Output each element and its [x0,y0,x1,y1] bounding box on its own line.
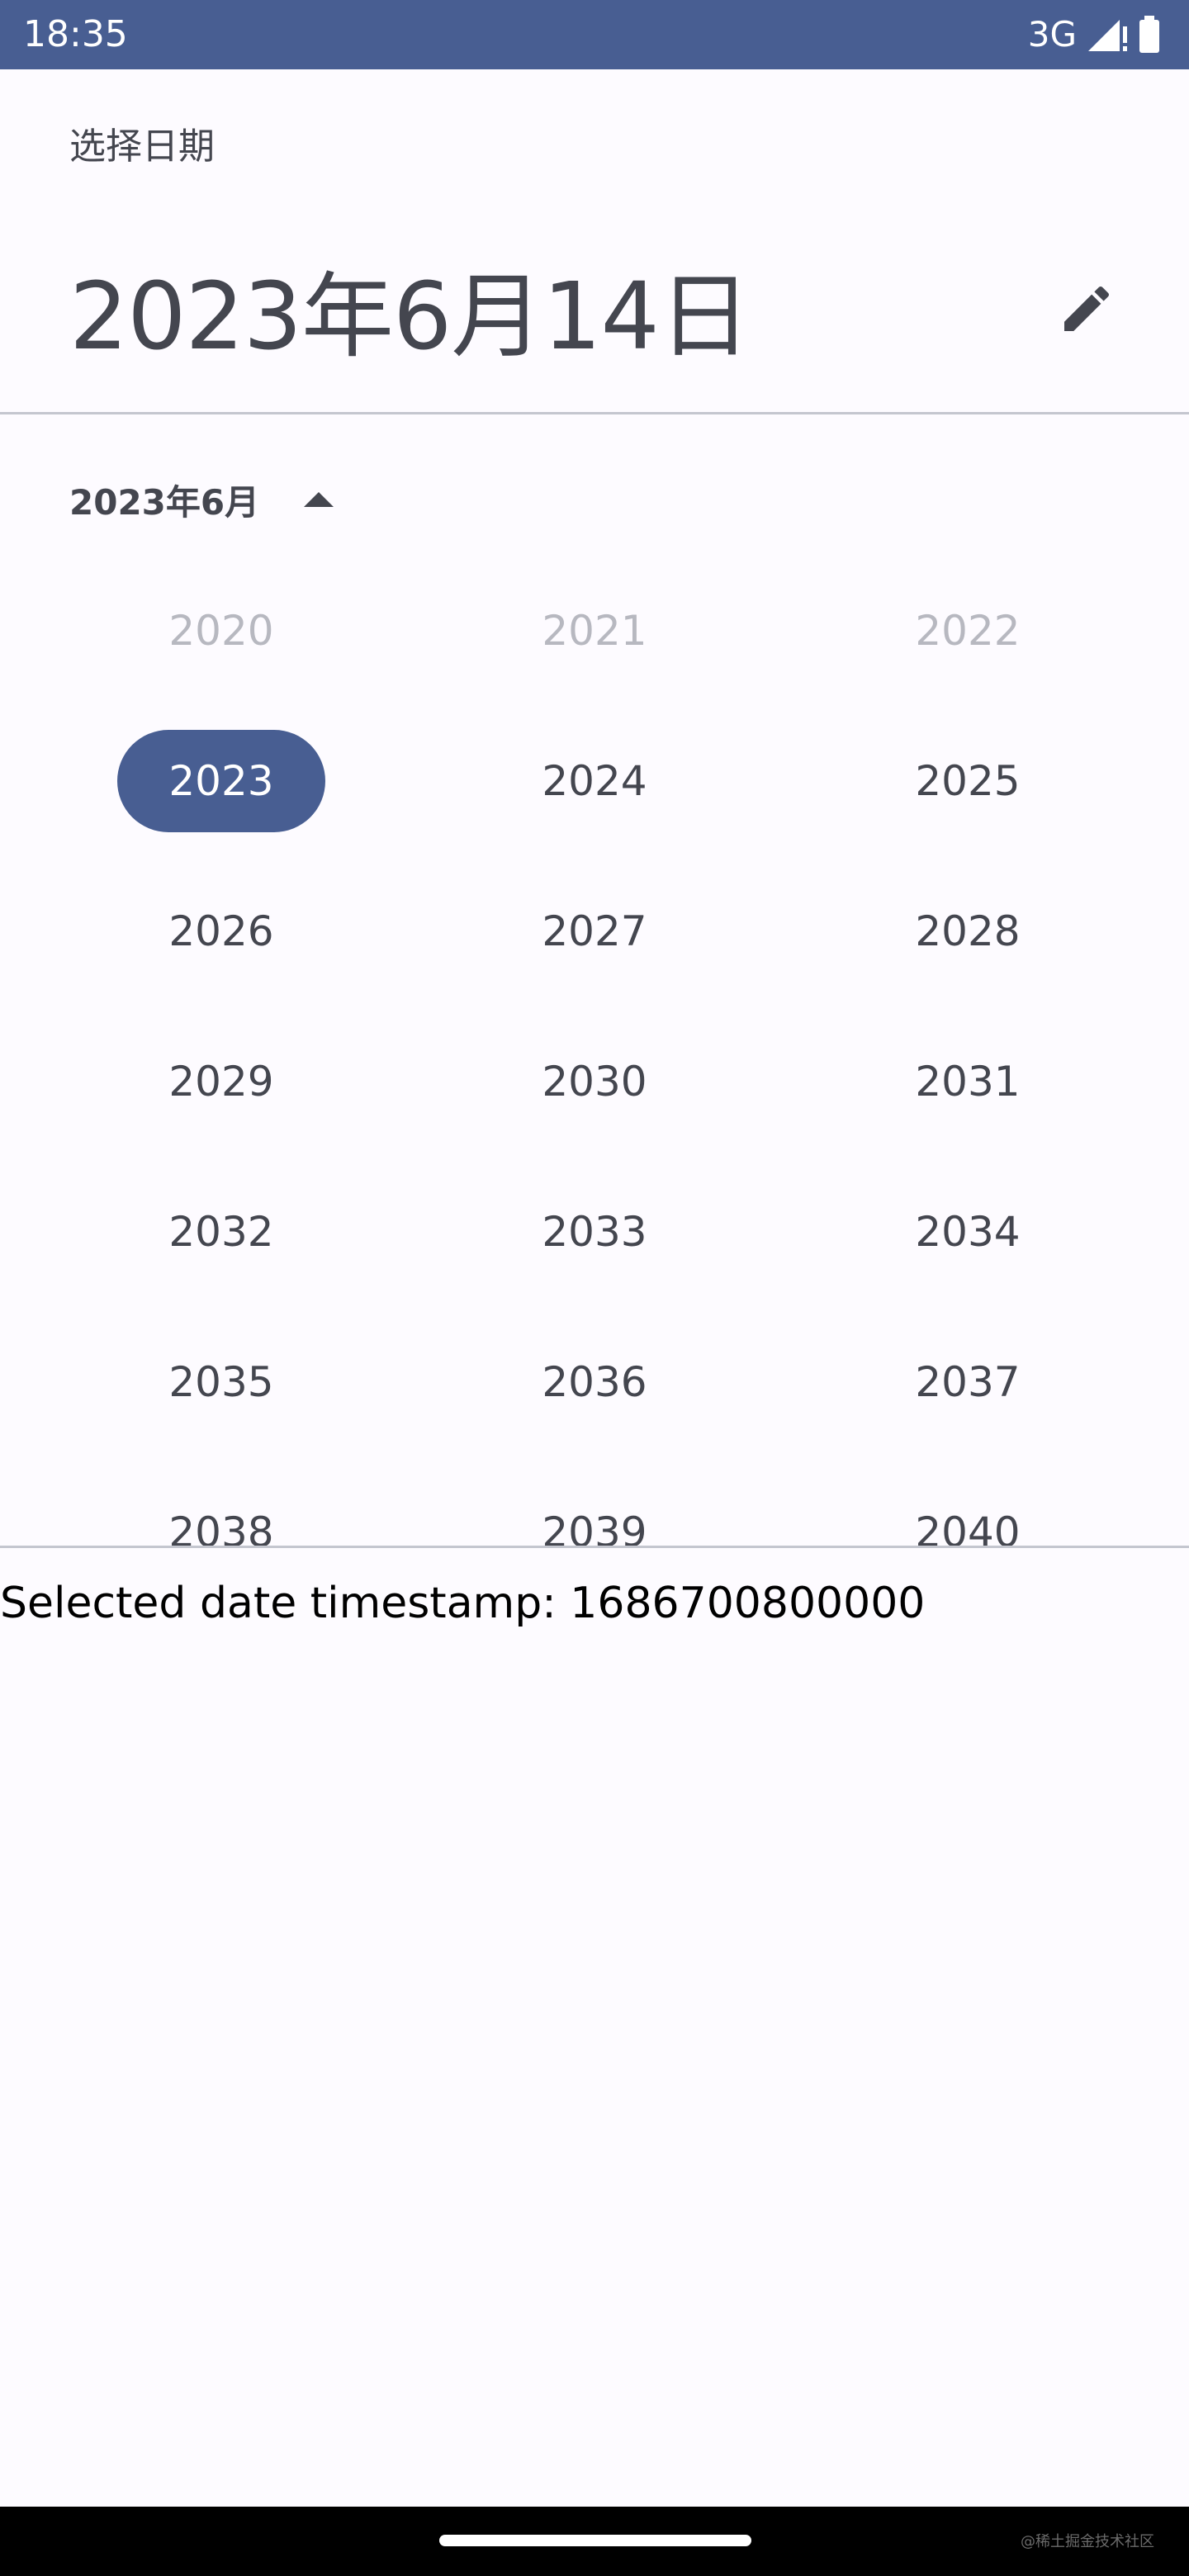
year-item[interactable]: 2032 [117,1181,325,1283]
year-item[interactable]: 2029 [117,1030,325,1133]
year-item[interactable]: 2035 [117,1331,325,1433]
year-item[interactable]: 2027 [490,880,699,983]
year-item[interactable]: 2020 [117,580,325,682]
pencil-icon [1064,286,1110,331]
status-time: 18:35 [23,13,128,55]
triangle-up-icon [304,492,334,507]
month-year-toggle[interactable]: 2023年6月 [69,471,334,528]
battery-icon [1139,16,1159,53]
dialog-title: 选择日期 [69,125,215,168]
network-type: 3G [1027,14,1077,54]
selected-timestamp-text: Selected date timestamp: 1686700800000 [0,1579,926,1628]
year-item[interactable]: 2034 [864,1181,1072,1283]
year-item[interactable]: 2026 [117,880,325,983]
year-item[interactable]: 2033 [490,1181,699,1283]
current-month-label: 2023年6月 [69,481,260,523]
status-indicators: 3G [1028,12,1161,58]
year-item[interactable]: 2028 [864,880,1072,983]
year-item[interactable]: 2031 [864,1030,1072,1133]
navigation-bar: @稀土掘金技术社区 [0,2507,1189,2576]
signal-warning-icon [1088,20,1127,51]
selected-date-headline: 2023年6月14日 [69,263,751,371]
home-gesture-handle[interactable] [439,2535,751,2546]
year-item[interactable]: 2024 [490,730,699,832]
edit-input-mode-button[interactable] [1047,269,1126,348]
year-item[interactable]: 2038 [117,1481,325,1546]
year-item[interactable]: 2022 [864,580,1072,682]
year-item[interactable]: 2040 [864,1481,1072,1546]
header-divider [0,412,1189,414]
picker-bottom-divider [0,1546,1189,1548]
year-picker[interactable]: 2020 2021 2022 2023 2024 2025 2026 2027 2028 2029… [0,561,1189,1546]
year-item[interactable]: 2036 [490,1331,699,1433]
status-bar: 18:35 3G [0,0,1189,69]
year-item[interactable]: 2025 [864,730,1072,832]
year-item[interactable]: 2039 [490,1481,699,1546]
year-item-selected[interactable]: 2023 [117,730,325,832]
watermark: @稀土掘金技术社区 [1021,2533,1154,2550]
year-item[interactable]: 2030 [490,1030,699,1133]
year-item[interactable]: 2037 [864,1331,1072,1433]
year-item[interactable]: 2021 [490,580,699,682]
